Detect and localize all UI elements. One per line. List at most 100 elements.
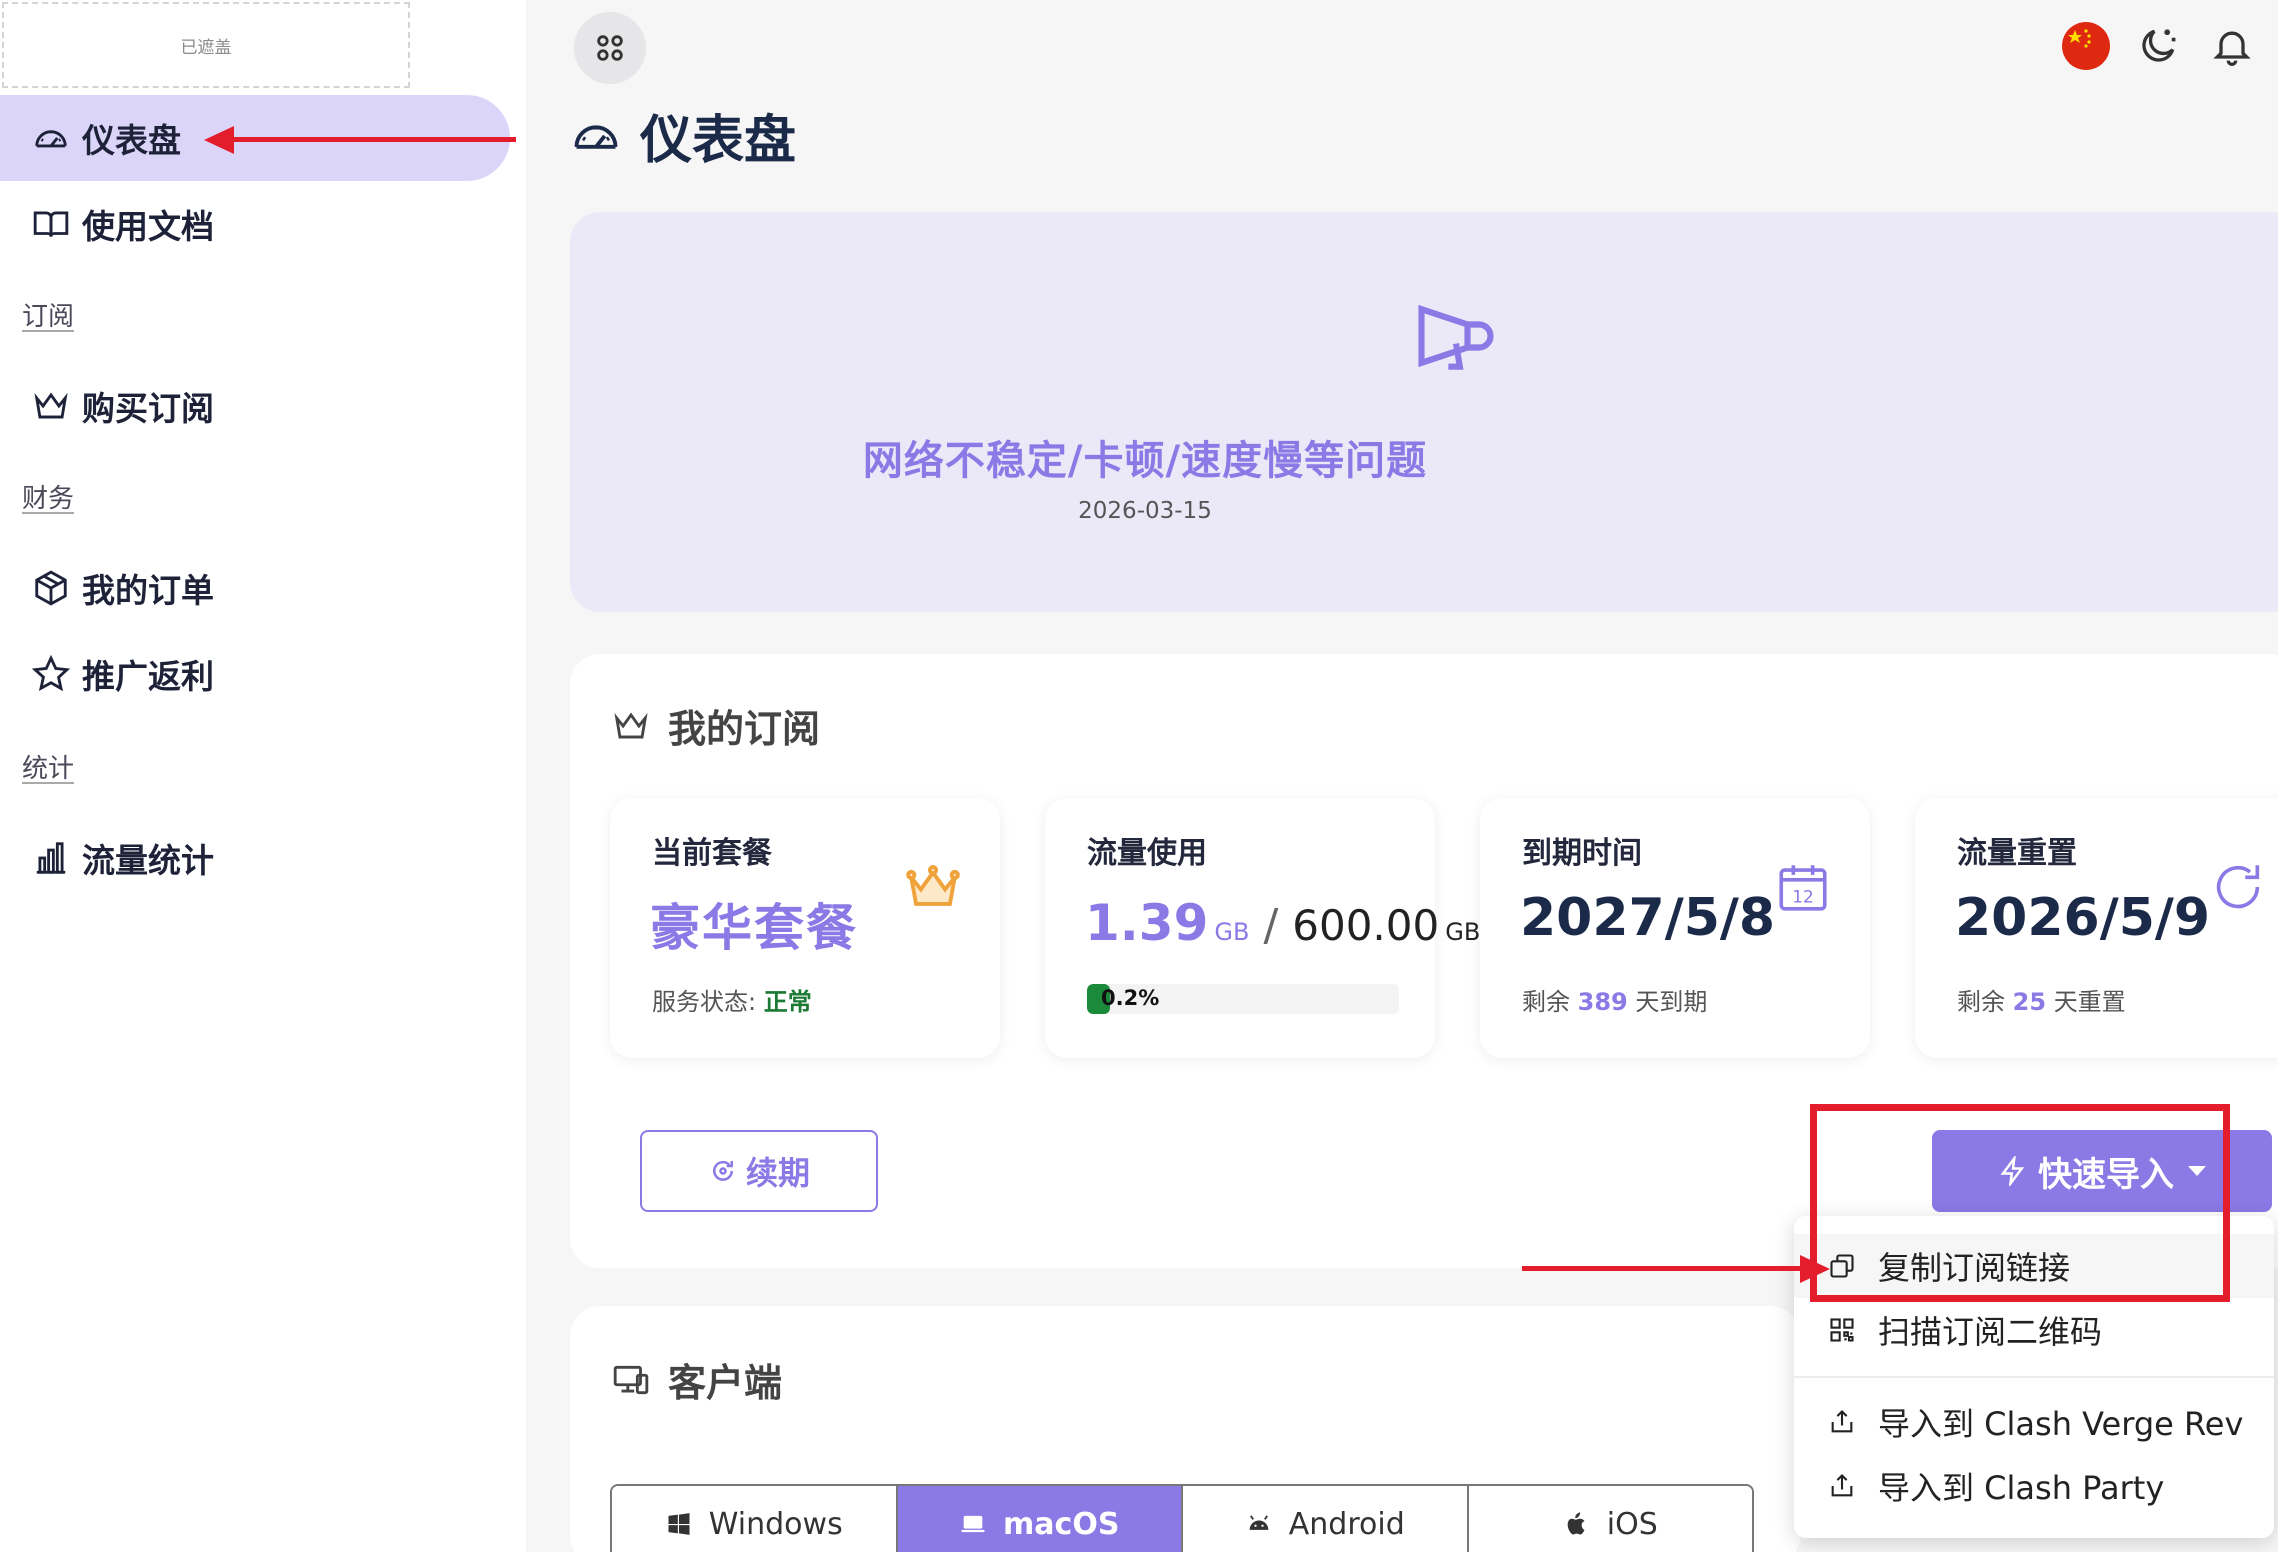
stat-label: 流量使用	[1087, 836, 1207, 871]
stat-expiry: 到期时间 2027/5/8 12 剩余 389 天到期	[1480, 798, 1870, 1058]
dashboard-icon	[574, 124, 618, 149]
traffic-usage-value: 1.39 GB / 600.00 GB	[1085, 894, 1480, 952]
sidebar-item-label: 购买订阅	[82, 389, 214, 428]
svg-text:12: 12	[1792, 887, 1814, 907]
section-title-text: 客户端	[668, 1361, 783, 1405]
sidebar-item-docs[interactable]: 使用文档	[0, 181, 510, 267]
tab-macos[interactable]: macOS	[897, 1486, 1183, 1552]
language-button[interactable]	[2058, 18, 2114, 74]
china-flag-icon	[2062, 22, 2110, 70]
bar-chart-icon	[30, 837, 72, 879]
moon-stars-icon	[2142, 29, 2176, 62]
menu-item-label: 扫描订阅二维码	[1878, 1313, 2103, 1351]
page-title-text: 仪表盘	[640, 111, 797, 171]
sidebar-item-label: 推广返利	[82, 657, 214, 696]
qr-code-icon	[1830, 1318, 1854, 1342]
menu-item-scan-qr-code[interactable]: 扫描订阅二维码	[1794, 1298, 2274, 1362]
notifications-button[interactable]	[2204, 18, 2260, 74]
status-value: 正常	[763, 988, 812, 1016]
stat-traffic-reset: 流量重置 2026/5/9 剩余 25 天重置	[1915, 798, 2278, 1058]
refresh-icon	[2216, 865, 2260, 909]
client-platform-tabs: Windows macOS Android iOS	[610, 1484, 1754, 1552]
renew-label: 续期	[745, 1154, 810, 1192]
remaining-suffix: 天重置	[2053, 988, 2126, 1016]
tab-label: macOS	[1003, 1506, 1120, 1542]
annotation-arrow-head	[204, 126, 234, 154]
sidebar-item-referral[interactable]: 推广返利	[0, 631, 510, 717]
traffic-used-unit: GB	[1214, 918, 1250, 946]
crown-icon	[30, 385, 72, 427]
package-icon	[30, 567, 72, 609]
clients-section-title: 客户端	[612, 1352, 782, 1407]
tab-label: iOS	[1606, 1506, 1658, 1542]
plan-name: 豪华套餐	[650, 899, 858, 957]
traffic-used: 1.39	[1085, 894, 1209, 952]
sidebar-item-label: 仪表盘	[82, 121, 181, 160]
laptop-icon	[961, 1515, 985, 1533]
share-icon	[1831, 1410, 1853, 1433]
sidebar: 已遮盖 仪表盘 使用文档 订阅 购买订阅 财务 我的订单 推广返利 统计 流量统…	[0, 0, 526, 1552]
progress-percent: 0.2%	[1101, 986, 1160, 1010]
annotation-highlight-box	[1810, 1104, 2230, 1302]
tab-label: Windows	[708, 1506, 843, 1542]
announcement-date: 2026-03-15	[1078, 498, 1212, 524]
nav-group-stats: 统计	[22, 754, 75, 784]
tab-android[interactable]: Android	[1183, 1486, 1469, 1552]
status-label: 服务状态:	[652, 988, 757, 1016]
expiry-remaining: 剩余 389 天到期	[1522, 982, 1707, 1017]
remaining-prefix: 剩余	[1957, 988, 2005, 1016]
traffic-total: 600.00	[1292, 901, 1440, 950]
tab-label: Android	[1288, 1506, 1405, 1542]
sidebar-item-label: 流量统计	[82, 841, 214, 880]
traffic-progress-bar: 0.2%	[1087, 984, 1399, 1014]
stat-traffic-usage: 流量使用 1.39 GB / 600.00 GB 0.2%	[1045, 798, 1480, 1058]
section-title-text: 我的订阅	[668, 707, 821, 751]
android-icon	[1249, 1515, 1269, 1530]
nav-group-subscription: 订阅	[22, 302, 75, 332]
traffic-total-unit: GB	[1445, 918, 1481, 946]
stat-current-plan: 当前套餐 豪华套餐 服务状态: 正常	[610, 798, 1000, 1058]
logo-placeholder: 已遮盖	[2, 2, 410, 88]
announcement-title[interactable]: 网络不稳定/卡顿/速度慢等问题	[0, 428, 2278, 486]
menu-item-import-clash-verge-rev[interactable]: 导入到 Clash Verge Rev	[1794, 1390, 2274, 1454]
subscription-section-title: 我的订阅	[612, 698, 820, 753]
remaining-suffix: 天到期	[1635, 988, 1708, 1016]
announcement-banner[interactable]	[570, 212, 2278, 612]
crown-icon	[614, 711, 648, 739]
sidebar-item-traffic-stats[interactable]: 流量统计	[0, 815, 510, 901]
stat-label: 流量重置	[1957, 836, 2077, 871]
windows-icon	[668, 1513, 690, 1535]
grid-icon	[597, 35, 623, 61]
renew-button[interactable]: 续期	[640, 1130, 878, 1212]
annotation-arrow-line	[1522, 1266, 1802, 1271]
star-icon	[30, 653, 72, 695]
reset-date: 2026/5/9	[1955, 888, 2211, 948]
theme-toggle-button[interactable]	[2130, 18, 2186, 74]
annotation-arrow-line	[230, 137, 516, 142]
service-status: 服务状态: 正常	[652, 982, 812, 1017]
annotation-arrow-head	[1800, 1255, 1830, 1283]
remaining-days: 25	[2012, 988, 2047, 1016]
tab-ios[interactable]: iOS	[1468, 1486, 1752, 1552]
menu-item-label: 导入到 Clash Verge Rev	[1878, 1405, 2244, 1443]
bell-icon	[2213, 31, 2251, 66]
stat-label: 当前套餐	[652, 836, 772, 871]
apple-icon	[1567, 1512, 1585, 1535]
stat-label: 到期时间	[1522, 836, 1642, 871]
remaining-prefix: 剩余	[1522, 988, 1570, 1016]
reset-remaining: 剩余 25 天重置	[1957, 982, 2126, 1017]
menu-item-import-clash-party[interactable]: 导入到 Clash Party	[1794, 1454, 2274, 1518]
grid-menu-button[interactable]	[574, 12, 646, 84]
dashboard-icon	[30, 117, 72, 159]
sidebar-item-label: 我的订单	[82, 571, 214, 610]
calendar-icon: 12	[1779, 865, 1827, 911]
sidebar-item-orders[interactable]: 我的订单	[0, 545, 510, 631]
traffic-slash: /	[1263, 900, 1279, 951]
tab-windows[interactable]: Windows	[612, 1486, 898, 1552]
share-icon	[1831, 1474, 1853, 1497]
menu-item-label: 导入到 Clash Party	[1878, 1469, 2165, 1507]
devices-icon	[613, 1365, 649, 1394]
page-title: 仪表盘	[570, 98, 796, 173]
expiry-date: 2027/5/8	[1520, 888, 1776, 948]
dropdown-divider	[1794, 1376, 2274, 1378]
